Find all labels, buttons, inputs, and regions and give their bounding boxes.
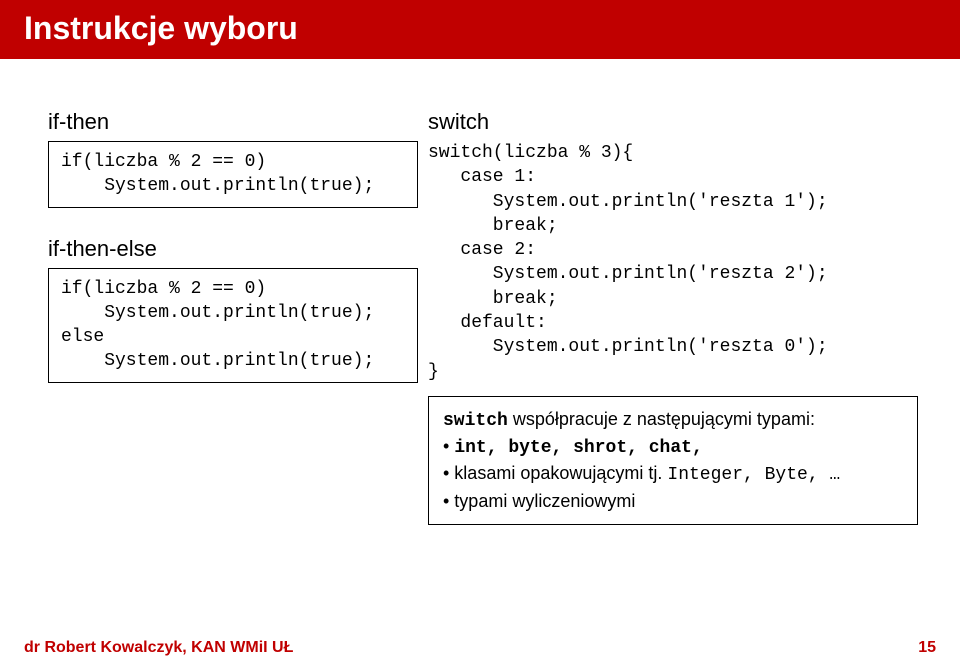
left-column: if-then if(liczba % 2 == 0) System.out.p… <box>48 109 418 383</box>
footer-page-number: 15 <box>918 639 936 657</box>
bullet-2-items: Integer, Byte, … <box>667 465 840 485</box>
note-intro: switch współpracuje z następującymi typa… <box>443 407 903 434</box>
note-bullet-1: • int, byte, shrot, chat, <box>443 434 903 461</box>
note-bullet-2: • klasami opakowującymi tj. Integer, Byt… <box>443 461 903 488</box>
slide-title: Instrukcje wyboru <box>24 10 298 46</box>
note-box: switch współpracuje z następującymi typa… <box>428 396 918 525</box>
code-if-then-else: if(liczba % 2 == 0) System.out.println(t… <box>48 268 418 383</box>
footer: dr Robert Kowalczyk, KAN WMiI UŁ 15 <box>24 639 936 657</box>
label-if-then-else: if-then-else <box>48 236 418 262</box>
label-switch: switch <box>428 109 918 135</box>
spacer <box>48 208 418 236</box>
code-switch: switch(liczba % 3){ case 1: System.out.p… <box>428 141 918 384</box>
slide-header: Instrukcje wyboru <box>0 0 960 59</box>
note-intro-text: współpracuje z następującymi typami: <box>508 409 815 429</box>
note-bullet-3: • typami wyliczeniowymi <box>443 489 903 514</box>
bullet-1-prefix: • <box>443 436 454 456</box>
code-if-then: if(liczba % 2 == 0) System.out.println(t… <box>48 141 418 208</box>
footer-author: dr Robert Kowalczyk, KAN WMiI UŁ <box>24 639 293 657</box>
label-if-then: if-then <box>48 109 418 135</box>
right-column: switch switch(liczba % 3){ case 1: Syste… <box>428 109 918 525</box>
content-area: if-then if(liczba % 2 == 0) System.out.p… <box>0 59 960 525</box>
bullet-1-items: int, byte, shrot, chat, <box>454 438 702 458</box>
bullet-2-prefix: • klasami opakowującymi tj. <box>443 463 667 483</box>
note-intro-mono: switch <box>443 411 508 431</box>
